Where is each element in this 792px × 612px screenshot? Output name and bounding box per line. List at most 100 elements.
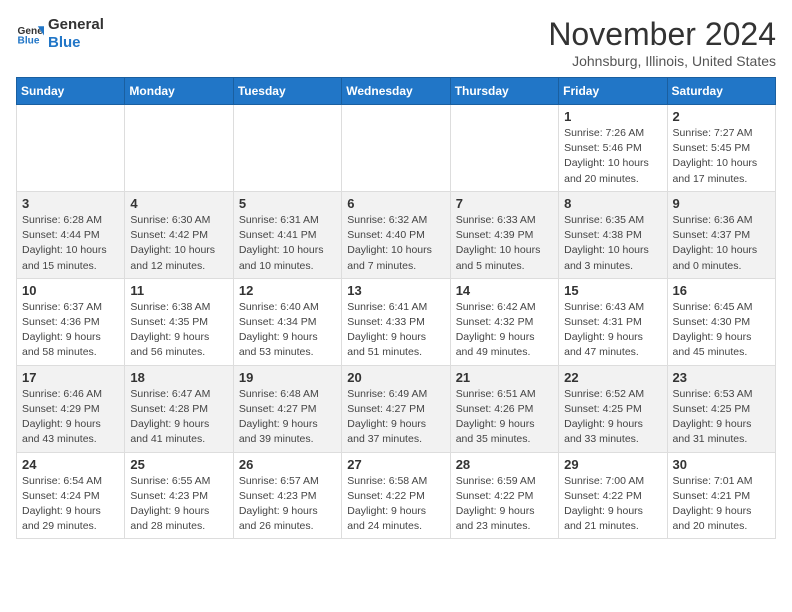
weekday-header: Wednesday — [342, 78, 450, 105]
day-detail: Sunrise: 6:41 AM Sunset: 4:33 PM Dayligh… — [347, 300, 444, 361]
day-number: 19 — [239, 370, 336, 385]
day-detail: Sunrise: 6:49 AM Sunset: 4:27 PM Dayligh… — [347, 387, 444, 448]
day-detail: Sunrise: 6:53 AM Sunset: 4:25 PM Dayligh… — [673, 387, 770, 448]
day-number: 26 — [239, 457, 336, 472]
day-number: 15 — [564, 283, 661, 298]
day-detail: Sunrise: 6:52 AM Sunset: 4:25 PM Dayligh… — [564, 387, 661, 448]
day-number: 8 — [564, 196, 661, 211]
day-number: 20 — [347, 370, 444, 385]
day-number: 25 — [130, 457, 227, 472]
logo-text: General Blue — [48, 16, 104, 52]
day-detail: Sunrise: 6:33 AM Sunset: 4:39 PM Dayligh… — [456, 213, 553, 274]
calendar-cell: 29 Sunrise: 7:00 AM Sunset: 4:22 PM Dayli… — [559, 452, 667, 539]
day-number: 29 — [564, 457, 661, 472]
day-number: 1 — [564, 109, 661, 124]
calendar-cell: 6Sunrise: 6:32 AM Sunset: 4:40 PM Daylig… — [342, 191, 450, 278]
day-detail: Sunrise: 6:55 AM Sunset: 4:23 PM Dayligh… — [130, 474, 227, 535]
calendar-week-row: 3 Sunrise: 6:28 AM Sunset: 4:44 PM Daylig… — [17, 191, 776, 278]
calendar-cell: 19 Sunrise: 6:48 AM Sunset: 4:27 PM Dayli… — [233, 365, 341, 452]
calendar-cell — [233, 105, 341, 192]
day-number: 13 — [347, 283, 444, 298]
day-detail: Sunrise: 6:36 AM Sunset: 4:37 PM Dayligh… — [673, 213, 770, 274]
calendar-cell — [450, 105, 558, 192]
day-detail: Sunrise: 6:40 AM Sunset: 4:34 PM Dayligh… — [239, 300, 336, 361]
title-block: November 2024 Johnsburg, Illinois, Unite… — [548, 16, 776, 69]
day-detail: Sunrise: 6:38 AM Sunset: 4:35 PM Dayligh… — [130, 300, 227, 361]
day-number: 17 — [22, 370, 119, 385]
day-detail: Sunrise: 6:51 AM Sunset: 4:26 PM Dayligh… — [456, 387, 553, 448]
calendar-cell: 14Sunrise: 6:42 AM Sunset: 4:32 PM Dayli… — [450, 278, 558, 365]
day-number: 30 — [673, 457, 770, 472]
calendar-cell: 17 Sunrise: 6:46 AM Sunset: 4:29 PM Dayli… — [17, 365, 125, 452]
calendar-week-row: 10 Sunrise: 6:37 AM Sunset: 4:36 PM Dayli… — [17, 278, 776, 365]
calendar-cell: 22 Sunrise: 6:52 AM Sunset: 4:25 PM Dayli… — [559, 365, 667, 452]
day-number: 5 — [239, 196, 336, 211]
calendar-cell: 8 Sunrise: 6:35 AM Sunset: 4:38 PM Daylig… — [559, 191, 667, 278]
day-number: 9 — [673, 196, 770, 211]
day-detail: Sunrise: 6:47 AM Sunset: 4:28 PM Dayligh… — [130, 387, 227, 448]
weekday-header: Thursday — [450, 78, 558, 105]
day-number: 2 — [673, 109, 770, 124]
calendar-cell: 10 Sunrise: 6:37 AM Sunset: 4:36 PM Dayli… — [17, 278, 125, 365]
day-detail: Sunrise: 6:54 AM Sunset: 4:24 PM Dayligh… — [22, 474, 119, 535]
day-detail: Sunrise: 7:01 AM Sunset: 4:21 PM Dayligh… — [673, 474, 770, 535]
day-detail: Sunrise: 7:27 AM Sunset: 5:45 PM Dayligh… — [673, 126, 770, 187]
calendar-week-row: 17 Sunrise: 6:46 AM Sunset: 4:29 PM Dayli… — [17, 365, 776, 452]
calendar-cell: 20 Sunrise: 6:49 AM Sunset: 4:27 PM Dayli… — [342, 365, 450, 452]
calendar-cell: 15 Sunrise: 6:43 AM Sunset: 4:31 PM Dayli… — [559, 278, 667, 365]
calendar-week-row: 1 Sunrise: 7:26 AM Sunset: 5:46 PM Daylig… — [17, 105, 776, 192]
calendar-cell: 3 Sunrise: 6:28 AM Sunset: 4:44 PM Daylig… — [17, 191, 125, 278]
day-number: 28 — [456, 457, 553, 472]
calendar-cell: 2 Sunrise: 7:27 AM Sunset: 5:45 PM Daylig… — [667, 105, 775, 192]
day-detail: Sunrise: 6:48 AM Sunset: 4:27 PM Dayligh… — [239, 387, 336, 448]
day-number: 24 — [22, 457, 119, 472]
day-detail: Sunrise: 7:26 AM Sunset: 5:46 PM Dayligh… — [564, 126, 661, 187]
weekday-header: Tuesday — [233, 78, 341, 105]
calendar-cell — [342, 105, 450, 192]
calendar-cell: 13 Sunrise: 6:41 AM Sunset: 4:33 PM Dayli… — [342, 278, 450, 365]
day-detail: Sunrise: 6:30 AM Sunset: 4:42 PM Dayligh… — [130, 213, 227, 274]
day-number: 11 — [130, 283, 227, 298]
calendar-cell: 30 Sunrise: 7:01 AM Sunset: 4:21 PM Dayli… — [667, 452, 775, 539]
day-number: 18 — [130, 370, 227, 385]
day-detail: Sunrise: 6:42 AM Sunset: 4:32 PM Dayligh… — [456, 300, 553, 361]
day-number: 27 — [347, 457, 444, 472]
calendar-cell: 21 Sunrise: 6:51 AM Sunset: 4:26 PM Dayli… — [450, 365, 558, 452]
calendar-cell — [17, 105, 125, 192]
svg-text:Blue: Blue — [18, 35, 40, 46]
day-number: 12 — [239, 283, 336, 298]
day-number: 21 — [456, 370, 553, 385]
day-number: 10 — [22, 283, 119, 298]
calendar-cell: 12 Sunrise: 6:40 AM Sunset: 4:34 PM Dayli… — [233, 278, 341, 365]
calendar-cell: 1 Sunrise: 7:26 AM Sunset: 5:46 PM Daylig… — [559, 105, 667, 192]
day-detail: Sunrise: 6:57 AM Sunset: 4:23 PM Dayligh… — [239, 474, 336, 535]
calendar-cell: 28 Sunrise: 6:59 AM Sunset: 4:22 PM Dayli… — [450, 452, 558, 539]
day-detail: Sunrise: 6:28 AM Sunset: 4:44 PM Dayligh… — [22, 213, 119, 274]
day-detail: Sunrise: 6:46 AM Sunset: 4:29 PM Dayligh… — [22, 387, 119, 448]
calendar-cell: 7 Sunrise: 6:33 AM Sunset: 4:39 PM Daylig… — [450, 191, 558, 278]
calendar-cell: 25 Sunrise: 6:55 AM Sunset: 4:23 PM Dayli… — [125, 452, 233, 539]
calendar-cell: 24 Sunrise: 6:54 AM Sunset: 4:24 PM Dayli… — [17, 452, 125, 539]
location: Johnsburg, Illinois, United States — [548, 53, 776, 69]
day-detail: Sunrise: 6:37 AM Sunset: 4:36 PM Dayligh… — [22, 300, 119, 361]
day-number: 3 — [22, 196, 119, 211]
calendar-table: SundayMondayTuesdayWednesdayThursdayFrid… — [16, 77, 776, 539]
calendar-cell: 9 Sunrise: 6:36 AM Sunset: 4:37 PM Daylig… — [667, 191, 775, 278]
day-number: 7 — [456, 196, 553, 211]
weekday-header: Friday — [559, 78, 667, 105]
calendar-cell: 18 Sunrise: 6:47 AM Sunset: 4:28 PM Dayli… — [125, 365, 233, 452]
day-detail: Sunrise: 6:58 AM Sunset: 4:22 PM Dayligh… — [347, 474, 444, 535]
logo-icon: General Blue — [16, 20, 44, 48]
calendar-cell — [125, 105, 233, 192]
day-detail: Sunrise: 7:00 AM Sunset: 4:22 PM Dayligh… — [564, 474, 661, 535]
header-row: SundayMondayTuesdayWednesdayThursdayFrid… — [17, 78, 776, 105]
day-detail: Sunrise: 6:31 AM Sunset: 4:41 PM Dayligh… — [239, 213, 336, 274]
day-detail: Sunrise: 6:45 AM Sunset: 4:30 PM Dayligh… — [673, 300, 770, 361]
day-number: 22 — [564, 370, 661, 385]
weekday-header: Sunday — [17, 78, 125, 105]
day-detail: Sunrise: 6:43 AM Sunset: 4:31 PM Dayligh… — [564, 300, 661, 361]
day-number: 6 — [347, 196, 444, 211]
day-detail: Sunrise: 6:35 AM Sunset: 4:38 PM Dayligh… — [564, 213, 661, 274]
logo: General Blue General Blue — [16, 16, 104, 52]
day-detail: Sunrise: 6:59 AM Sunset: 4:22 PM Dayligh… — [456, 474, 553, 535]
